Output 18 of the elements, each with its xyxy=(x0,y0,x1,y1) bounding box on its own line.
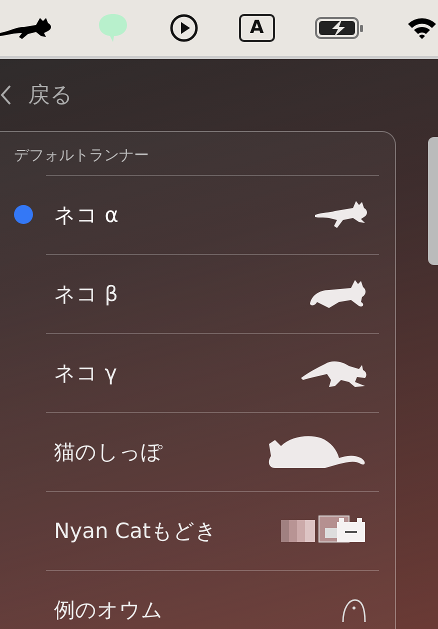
runner-option[interactable]: ネコ γ xyxy=(46,333,380,412)
runner-option[interactable]: ネコ β xyxy=(46,254,380,333)
section-title: デフォルトランナー xyxy=(13,146,150,165)
runner-option[interactable]: ネコ α xyxy=(46,175,380,254)
runner-name: 例のオウム xyxy=(53,597,164,624)
play-icon[interactable] xyxy=(169,13,200,43)
runner-name: ネコ β xyxy=(53,281,120,308)
runner-name: ネコ γ xyxy=(53,360,118,387)
runner-option[interactable]: 例のオウム xyxy=(46,570,380,629)
runner-name: ネコ α xyxy=(53,202,120,229)
back-button[interactable]: 戻る xyxy=(28,80,73,110)
back-chevron-icon[interactable] xyxy=(0,84,12,106)
runner-name: 猫のしっぽ xyxy=(53,439,164,466)
leaping-cat-icon xyxy=(313,199,370,231)
runner-option[interactable]: Nyan Catもどき xyxy=(46,491,380,570)
runner-option[interactable]: 猫のしっぽ xyxy=(46,412,380,491)
input-source-indicator[interactable]: A xyxy=(238,14,275,42)
runner-name: Nyan Catもどき xyxy=(53,518,218,545)
